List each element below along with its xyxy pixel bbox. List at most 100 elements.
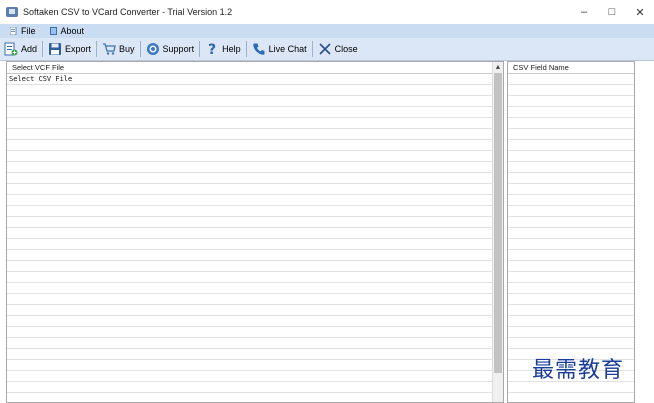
list-item[interactable] — [7, 294, 503, 305]
list-item[interactable] — [508, 173, 634, 184]
list-item[interactable] — [7, 261, 503, 272]
list-item[interactable] — [7, 360, 503, 371]
list-item[interactable] — [508, 195, 634, 206]
live-chat-button[interactable]: Live Chat — [248, 39, 311, 59]
list-item[interactable] — [7, 250, 503, 261]
list-item[interactable] — [508, 184, 634, 195]
list-item[interactable] — [508, 294, 634, 305]
list-item[interactable] — [508, 151, 634, 162]
list-item[interactable] — [7, 195, 503, 206]
list-item[interactable] — [508, 118, 634, 129]
list-item[interactable] — [508, 316, 634, 327]
list-item[interactable] — [508, 239, 634, 250]
list-item[interactable] — [7, 118, 503, 129]
list-item[interactable] — [7, 239, 503, 250]
support-button[interactable]: Support — [142, 39, 199, 59]
list-item[interactable] — [7, 140, 503, 151]
list-item[interactable] — [7, 162, 503, 173]
app-icon — [6, 7, 18, 17]
scroll-thumb[interactable] — [494, 73, 502, 373]
phone-icon — [252, 43, 265, 55]
menu-about-label: About — [60, 26, 85, 36]
list-item[interactable] — [7, 338, 503, 349]
list-item[interactable] — [508, 228, 634, 239]
toolbar-divider — [199, 41, 201, 57]
list-item[interactable] — [508, 140, 634, 151]
csv-field-column-header[interactable]: CSV Field Name — [508, 62, 634, 74]
scroll-up-arrow-icon[interactable]: ▲ — [494, 63, 502, 71]
close-button-label: Close — [334, 44, 358, 54]
maximize-button[interactable]: □ — [598, 0, 626, 24]
add-file-icon — [4, 42, 18, 56]
list-item[interactable] — [7, 107, 503, 118]
list-item[interactable] — [508, 107, 634, 118]
title-bar: Softaken CSV to VCard Converter - Trial … — [0, 0, 654, 24]
list-item[interactable] — [7, 272, 503, 283]
list-item[interactable] — [508, 305, 634, 316]
list-item[interactable] — [508, 129, 634, 140]
vertical-scrollbar[interactable]: ▲ — [492, 62, 503, 402]
vcf-file-list[interactable]: Select VCF File Select CSV File ▲ — [6, 61, 504, 403]
list-item[interactable] — [7, 85, 503, 96]
list-item[interactable] — [508, 261, 634, 272]
toolbar-divider — [245, 41, 247, 57]
list-item[interactable] — [508, 85, 634, 96]
close-x-icon — [319, 43, 331, 55]
save-icon — [49, 43, 62, 55]
window-title: Softaken CSV to VCard Converter - Trial … — [23, 7, 233, 17]
list-item[interactable] — [7, 228, 503, 239]
list-item[interactable] — [508, 217, 634, 228]
list-item[interactable] — [508, 283, 634, 294]
close-button[interactable]: Close — [314, 39, 362, 59]
list-item[interactable] — [7, 316, 503, 327]
list-item[interactable] — [508, 338, 634, 349]
menu-about[interactable]: About — [49, 26, 85, 36]
about-icon — [49, 27, 57, 35]
list-item[interactable] — [508, 74, 634, 85]
list-item[interactable] — [7, 382, 503, 393]
toolbar-divider — [42, 41, 44, 57]
list-item[interactable] — [7, 206, 503, 217]
menu-file[interactable]: File — [10, 26, 36, 36]
question-icon: ? — [208, 42, 216, 56]
watermark-text: 最需教育 — [532, 358, 625, 383]
list-item[interactable] — [7, 173, 503, 184]
list-item[interactable] — [508, 327, 634, 338]
list-item[interactable] — [7, 371, 503, 382]
add-button-label: Add — [21, 44, 38, 54]
live-chat-button-label: Live Chat — [268, 44, 307, 54]
list-item[interactable] — [7, 96, 503, 107]
list-item[interactable] — [508, 96, 634, 107]
window-controls: – □ ✕ — [570, 0, 654, 24]
list-item[interactable]: Select CSV File — [7, 74, 503, 85]
list-item[interactable] — [508, 250, 634, 261]
list-item[interactable] — [7, 151, 503, 162]
toolbar-divider — [139, 41, 141, 57]
help-button-label: Help — [222, 44, 241, 54]
list-item[interactable] — [7, 349, 503, 360]
toolbar-divider — [96, 41, 98, 57]
list-item[interactable] — [7, 129, 503, 140]
buy-button-label: Buy — [119, 44, 135, 54]
toolbar: Add Export Buy Support ? Help Live Chat … — [0, 38, 654, 61]
buy-button[interactable]: Buy — [98, 39, 139, 59]
minimize-button[interactable]: – — [570, 0, 598, 24]
support-button-label: Support — [162, 44, 195, 54]
list-item[interactable] — [508, 206, 634, 217]
add-button[interactable]: Add — [0, 39, 41, 59]
export-button-label: Export — [65, 44, 92, 54]
list-item[interactable] — [7, 217, 503, 228]
list-item[interactable] — [508, 272, 634, 283]
list-item[interactable] — [7, 305, 503, 316]
export-button[interactable]: Export — [44, 39, 95, 59]
support-icon — [146, 43, 159, 55]
list-item[interactable] — [508, 162, 634, 173]
vcf-rows: Select CSV File — [7, 74, 503, 402]
menu-file-label: File — [21, 26, 36, 36]
vcf-column-header[interactable]: Select VCF File — [7, 62, 503, 74]
list-item[interactable] — [7, 327, 503, 338]
close-window-button[interactable]: ✕ — [626, 0, 654, 24]
list-item[interactable] — [7, 184, 503, 195]
list-item[interactable] — [7, 283, 503, 294]
help-button[interactable]: ? Help — [201, 39, 245, 59]
